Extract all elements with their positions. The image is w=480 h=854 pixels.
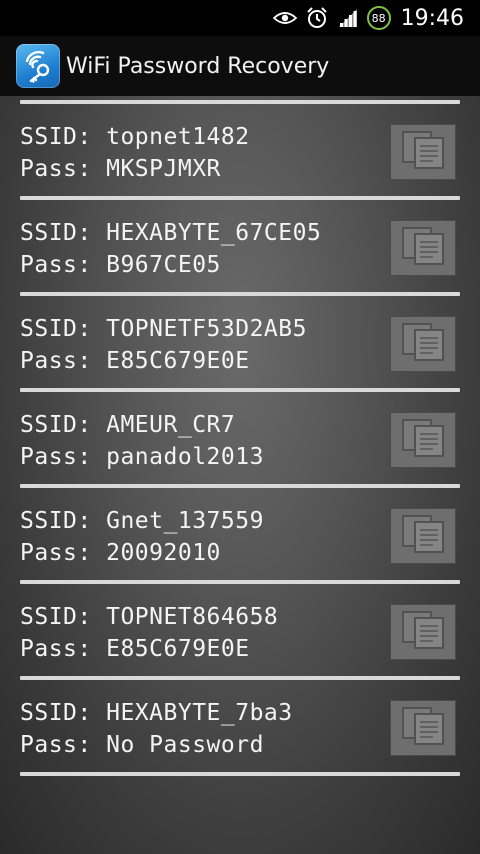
copy-button[interactable] — [390, 412, 456, 468]
ssid-value: AMEUR_CR7 — [106, 412, 236, 438]
ssid-value: HEXABYTE_7ba3 — [106, 700, 293, 726]
password-label: Pass: — [20, 156, 92, 182]
action-bar: WiFi Password Recovery — [0, 36, 480, 96]
battery-level: 88 — [366, 6, 391, 30]
copy-icon — [400, 514, 446, 558]
network-item: SSID: HEXABYTE_67CE05 Pass: B967CE05 — [20, 200, 460, 292]
password-value: B967CE05 — [106, 252, 221, 278]
status-time: 19:46 — [400, 5, 464, 31]
password-label: Pass: — [20, 540, 92, 566]
wifi-key-icon[interactable] — [16, 44, 60, 88]
ssid-label: SSID: — [20, 412, 92, 438]
status-bar: 88 19:46 — [0, 0, 480, 36]
password-line: Pass: E85C679E0E — [20, 636, 250, 662]
app-title: WiFi Password Recovery — [66, 53, 330, 79]
password-line: Pass: MKSPJMXR — [20, 156, 221, 182]
ssid-label: SSID: — [20, 220, 92, 246]
eye-icon — [272, 0, 297, 36]
ssid-value: Gnet_137559 — [106, 508, 264, 534]
ssid-value: TOPNET864658 — [106, 604, 279, 630]
copy-icon — [400, 322, 446, 366]
network-item: SSID: AMEUR_CR7 Pass: panadol2013 — [20, 392, 460, 484]
ssid-value: topnet1482 — [106, 124, 250, 150]
network-item: SSID: TOPNET864658 Pass: E85C679E0E — [20, 584, 460, 676]
ssid-label: SSID: — [20, 508, 92, 534]
password-label: Pass: — [20, 348, 92, 374]
copy-icon — [400, 130, 446, 174]
password-line: Pass: No Password — [20, 732, 264, 758]
ssid-line: SSID: TOPNET864658 — [20, 604, 278, 630]
ssid-label: SSID: — [20, 700, 92, 726]
ssid-value: TOPNETF53D2AB5 — [106, 316, 307, 342]
alarm-clock-icon — [305, 0, 329, 36]
copy-button[interactable] — [390, 604, 456, 660]
password-label: Pass: — [20, 732, 92, 758]
password-value: No Password — [106, 732, 264, 758]
password-label: Pass: — [20, 444, 92, 470]
password-line: Pass: 20092010 — [20, 540, 221, 566]
copy-button[interactable] — [390, 124, 456, 180]
password-line: Pass: panadol2013 — [20, 444, 264, 470]
ssid-label: SSID: — [20, 124, 92, 150]
password-value: panadol2013 — [106, 444, 264, 470]
ssid-line: SSID: TOPNETF53D2AB5 — [20, 316, 307, 342]
ssid-line: SSID: AMEUR_CR7 — [20, 412, 235, 438]
network-item: SSID: Gnet_137559 Pass: 20092010 — [20, 488, 460, 580]
ssid-line: SSID: HEXABYTE_67CE05 — [20, 220, 321, 246]
ssid-label: SSID: — [20, 604, 92, 630]
password-line: Pass: E85C679E0E — [20, 348, 250, 374]
copy-button[interactable] — [390, 700, 456, 756]
password-value: E85C679E0E — [106, 348, 250, 374]
password-label: Pass: — [20, 252, 92, 278]
password-label: Pass: — [20, 636, 92, 662]
copy-icon — [400, 706, 446, 750]
copy-icon — [400, 610, 446, 654]
password-line: Pass: B967CE05 — [20, 252, 221, 278]
password-value: E85C679E0E — [106, 636, 250, 662]
copy-button[interactable] — [390, 220, 456, 276]
list-divider — [20, 772, 460, 776]
copy-icon — [400, 418, 446, 462]
signal-bars-icon — [337, 0, 359, 36]
password-value: 20092010 — [106, 540, 221, 566]
network-item: SSID: topnet1482 Pass: MKSPJMXR — [20, 104, 460, 196]
copy-button[interactable] — [390, 508, 456, 564]
network-item: SSID: TOPNETF53D2AB5 Pass: E85C679E0E — [20, 296, 460, 388]
ssid-line: SSID: Gnet_137559 — [20, 508, 264, 534]
app-screen: 88 19:46 WiFi Password Recovery SSID: to… — [0, 0, 480, 854]
ssid-line: SSID: topnet1482 — [20, 124, 250, 150]
ssid-label: SSID: — [20, 316, 92, 342]
ssid-value: HEXABYTE_67CE05 — [106, 220, 322, 246]
network-item: SSID: HEXABYTE_7ba3 Pass: No Password — [20, 680, 460, 772]
network-list: SSID: topnet1482 Pass: MKSPJMXR SSID: HE — [20, 100, 460, 776]
ssid-line: SSID: HEXABYTE_7ba3 — [20, 700, 293, 726]
battery-icon: 88 — [366, 0, 391, 36]
password-value: MKSPJMXR — [106, 156, 221, 182]
copy-button[interactable] — [390, 316, 456, 372]
copy-icon — [400, 226, 446, 270]
